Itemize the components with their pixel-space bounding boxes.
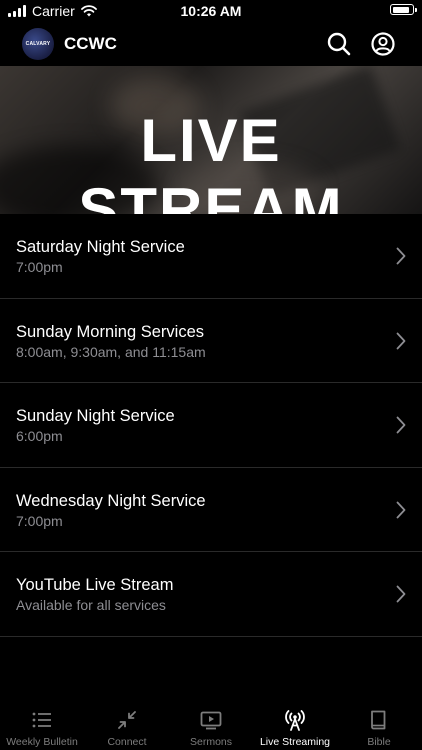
tab-connect[interactable]: Connect [85, 700, 169, 750]
service-title: YouTube Live Stream [16, 576, 174, 594]
video-play-icon [200, 711, 222, 730]
chevron-right-icon [396, 416, 406, 434]
chevron-right-icon [396, 332, 406, 349]
tab-label: Connect [107, 736, 147, 748]
app-title: CCWC [64, 34, 117, 53]
chevron-right-icon [396, 585, 406, 603]
list-icon [32, 712, 51, 728]
nav-bar: CALVARY CCWC [0, 22, 422, 66]
service-list: Saturday Night Service 7:00pm Sunday Morni… [0, 214, 422, 637]
search-icon[interactable] [326, 31, 352, 57]
book-icon [371, 710, 386, 730]
chevron-right-icon [396, 501, 406, 518]
service-item-sunday-morning-services[interactable]: Sunday Morning Services 8:00am, 9:30am, a… [0, 299, 422, 383]
arrows-in-icon [118, 711, 136, 729]
status-bar: Carrier 10:26 AM [0, 0, 422, 22]
service-time: Available for all services [16, 597, 166, 613]
service-time: 7:00pm [16, 259, 63, 275]
church-logo: CALVARY [22, 28, 54, 60]
live-stream-banner: LIVE STREAM [0, 66, 422, 214]
banner-title: LIVE STREAM [78, 107, 344, 214]
service-title: Sunday Morning Services [16, 322, 205, 341]
tab-sermons[interactable]: Sermons [169, 700, 253, 750]
service-item-sunday-night-service[interactable]: Sunday Night Service 6:00pm [0, 383, 422, 468]
tab-bible[interactable]: Bible [337, 700, 421, 750]
service-title: Wednesday Night Service [16, 491, 206, 510]
logo-text: CALVARY [25, 41, 51, 47]
service-title: Saturday Night Service [16, 238, 185, 256]
service-item-wednesday-night-service[interactable]: Wednesday Night Service 7:00pm [0, 468, 422, 552]
tab-label: Live Streaming [259, 736, 331, 748]
status-time: 10:26 AM [180, 3, 242, 19]
service-time: 7:00pm [16, 512, 63, 529]
tab-bar: Weekly Bulletin Connect Sermons Live Stream… [0, 700, 422, 750]
service-item-saturday-night-service[interactable]: Saturday Night Service 7:00pm [0, 214, 422, 299]
tab-weekly-bulletin[interactable]: Weekly Bulletin [0, 700, 84, 750]
service-title: Sunday Night Service [16, 407, 175, 425]
tab-label: Bible [367, 736, 391, 748]
service-item-youtube-live-stream[interactable]: YouTube Live Stream Available for all ser… [0, 552, 422, 637]
broadcast-tower-icon [285, 710, 305, 731]
battery-icon [390, 4, 417, 15]
account-icon[interactable] [370, 31, 396, 57]
service-time: 6:00pm [16, 428, 63, 444]
tab-label: Weekly Bulletin [6, 736, 78, 748]
tab-live-streaming[interactable]: Live Streaming [253, 700, 337, 750]
chevron-right-icon [396, 247, 406, 265]
tab-label: Sermons [189, 736, 232, 748]
battery-fill [392, 6, 409, 13]
service-time: 8:00am, 9:30am, and 11:15am [16, 343, 206, 360]
